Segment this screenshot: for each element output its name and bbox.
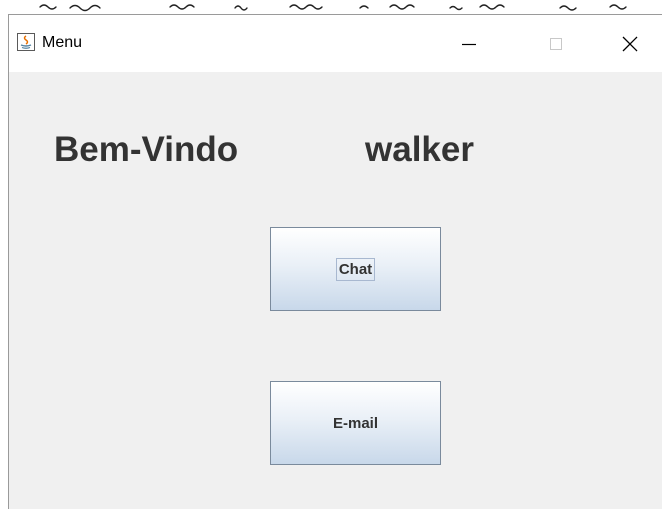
minimize-button[interactable] bbox=[446, 15, 492, 72]
username-label: walker bbox=[365, 130, 474, 169]
minimize-icon bbox=[462, 43, 476, 45]
close-icon bbox=[622, 36, 638, 51]
maximize-icon bbox=[550, 37, 562, 50]
menu-window: Menu Bem-Vindo walker Chat E-mail bbox=[8, 14, 662, 509]
window-title: Menu bbox=[42, 34, 83, 51]
background-window-fragment bbox=[0, 0, 662, 14]
java-icon bbox=[17, 33, 35, 51]
background-text-fragment bbox=[39, 4, 627, 12]
welcome-label: Bem-Vindo bbox=[54, 130, 239, 169]
maximize-button[interactable] bbox=[533, 15, 579, 72]
close-button[interactable] bbox=[607, 15, 653, 72]
chat-button[interactable]: Chat bbox=[270, 227, 441, 311]
window-content: Bem-Vindo walker Chat E-mail bbox=[9, 72, 662, 509]
email-button[interactable]: E-mail bbox=[270, 381, 441, 465]
chat-button-label: Chat bbox=[335, 257, 376, 281]
screen: Menu Bem-Vindo walker Chat E-mail bbox=[0, 0, 662, 509]
title-bar[interactable]: Menu bbox=[9, 15, 662, 72]
email-button-label: E-mail bbox=[332, 414, 378, 432]
